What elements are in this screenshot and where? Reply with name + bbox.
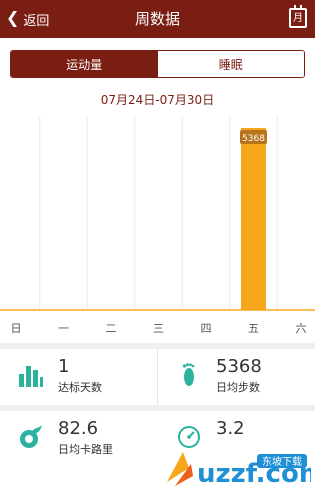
stat-label: 日均步数: [216, 381, 260, 394]
x-axis-label: 二: [105, 322, 117, 335]
stat-value: 1: [58, 356, 70, 377]
bar-value-label: 5368: [242, 134, 265, 144]
x-axis-labels: 日一二三四五六: [0, 320, 315, 336]
watermark-subtext: 东坡下载: [262, 455, 302, 468]
stat-value: 5368: [216, 356, 262, 377]
tab-activity[interactable]: 运动量: [11, 51, 158, 77]
x-axis-label: 六: [295, 322, 307, 335]
calendar-label: 月: [293, 13, 303, 24]
stat-avg-calories: 82.6 日均卡路里: [0, 411, 157, 467]
date-range: 07月24日-07月30日: [100, 93, 215, 107]
weekly-data-screen: ❮ 返回 周数据 月 运动量 睡眠 07月24日-07月30日 5368 日 一 二…: [0, 0, 315, 496]
flame-icon: [20, 425, 42, 448]
x-axis-label: 日: [10, 322, 22, 335]
stat-avg-steps: 5368 日均步数: [158, 349, 315, 405]
stat-target-days: 1 达标天数: [0, 349, 157, 405]
x-axis-label: 一: [58, 322, 69, 335]
stat-label: 日均卡路里: [58, 443, 113, 456]
calendar-month-icon[interactable]: 月: [289, 5, 307, 28]
bar-chart-icon: [19, 366, 43, 387]
tab-bar: 运动量 睡眠: [10, 50, 305, 78]
chart-svg: 5368: [0, 116, 315, 311]
bar-五[interactable]: [241, 128, 266, 310]
x-axis-label: 三: [153, 322, 164, 335]
tab-sleep[interactable]: 睡眠: [157, 51, 304, 77]
page-title: 周数据: [134, 10, 180, 28]
x-axis-label: 五: [248, 322, 259, 335]
app-header: ❮ 返回 周数据 月: [0, 0, 315, 38]
x-axis-label: 四: [200, 322, 212, 335]
stat-value: 3.2: [216, 418, 245, 439]
footprint-icon: [182, 363, 195, 386]
weekly-steps-chart: 5368: [0, 116, 315, 312]
watermark-logo: uzzf.com 东坡下载: [167, 452, 311, 489]
stat-value: 82.6: [58, 418, 99, 439]
stat-label: 达标天数: [58, 381, 102, 394]
